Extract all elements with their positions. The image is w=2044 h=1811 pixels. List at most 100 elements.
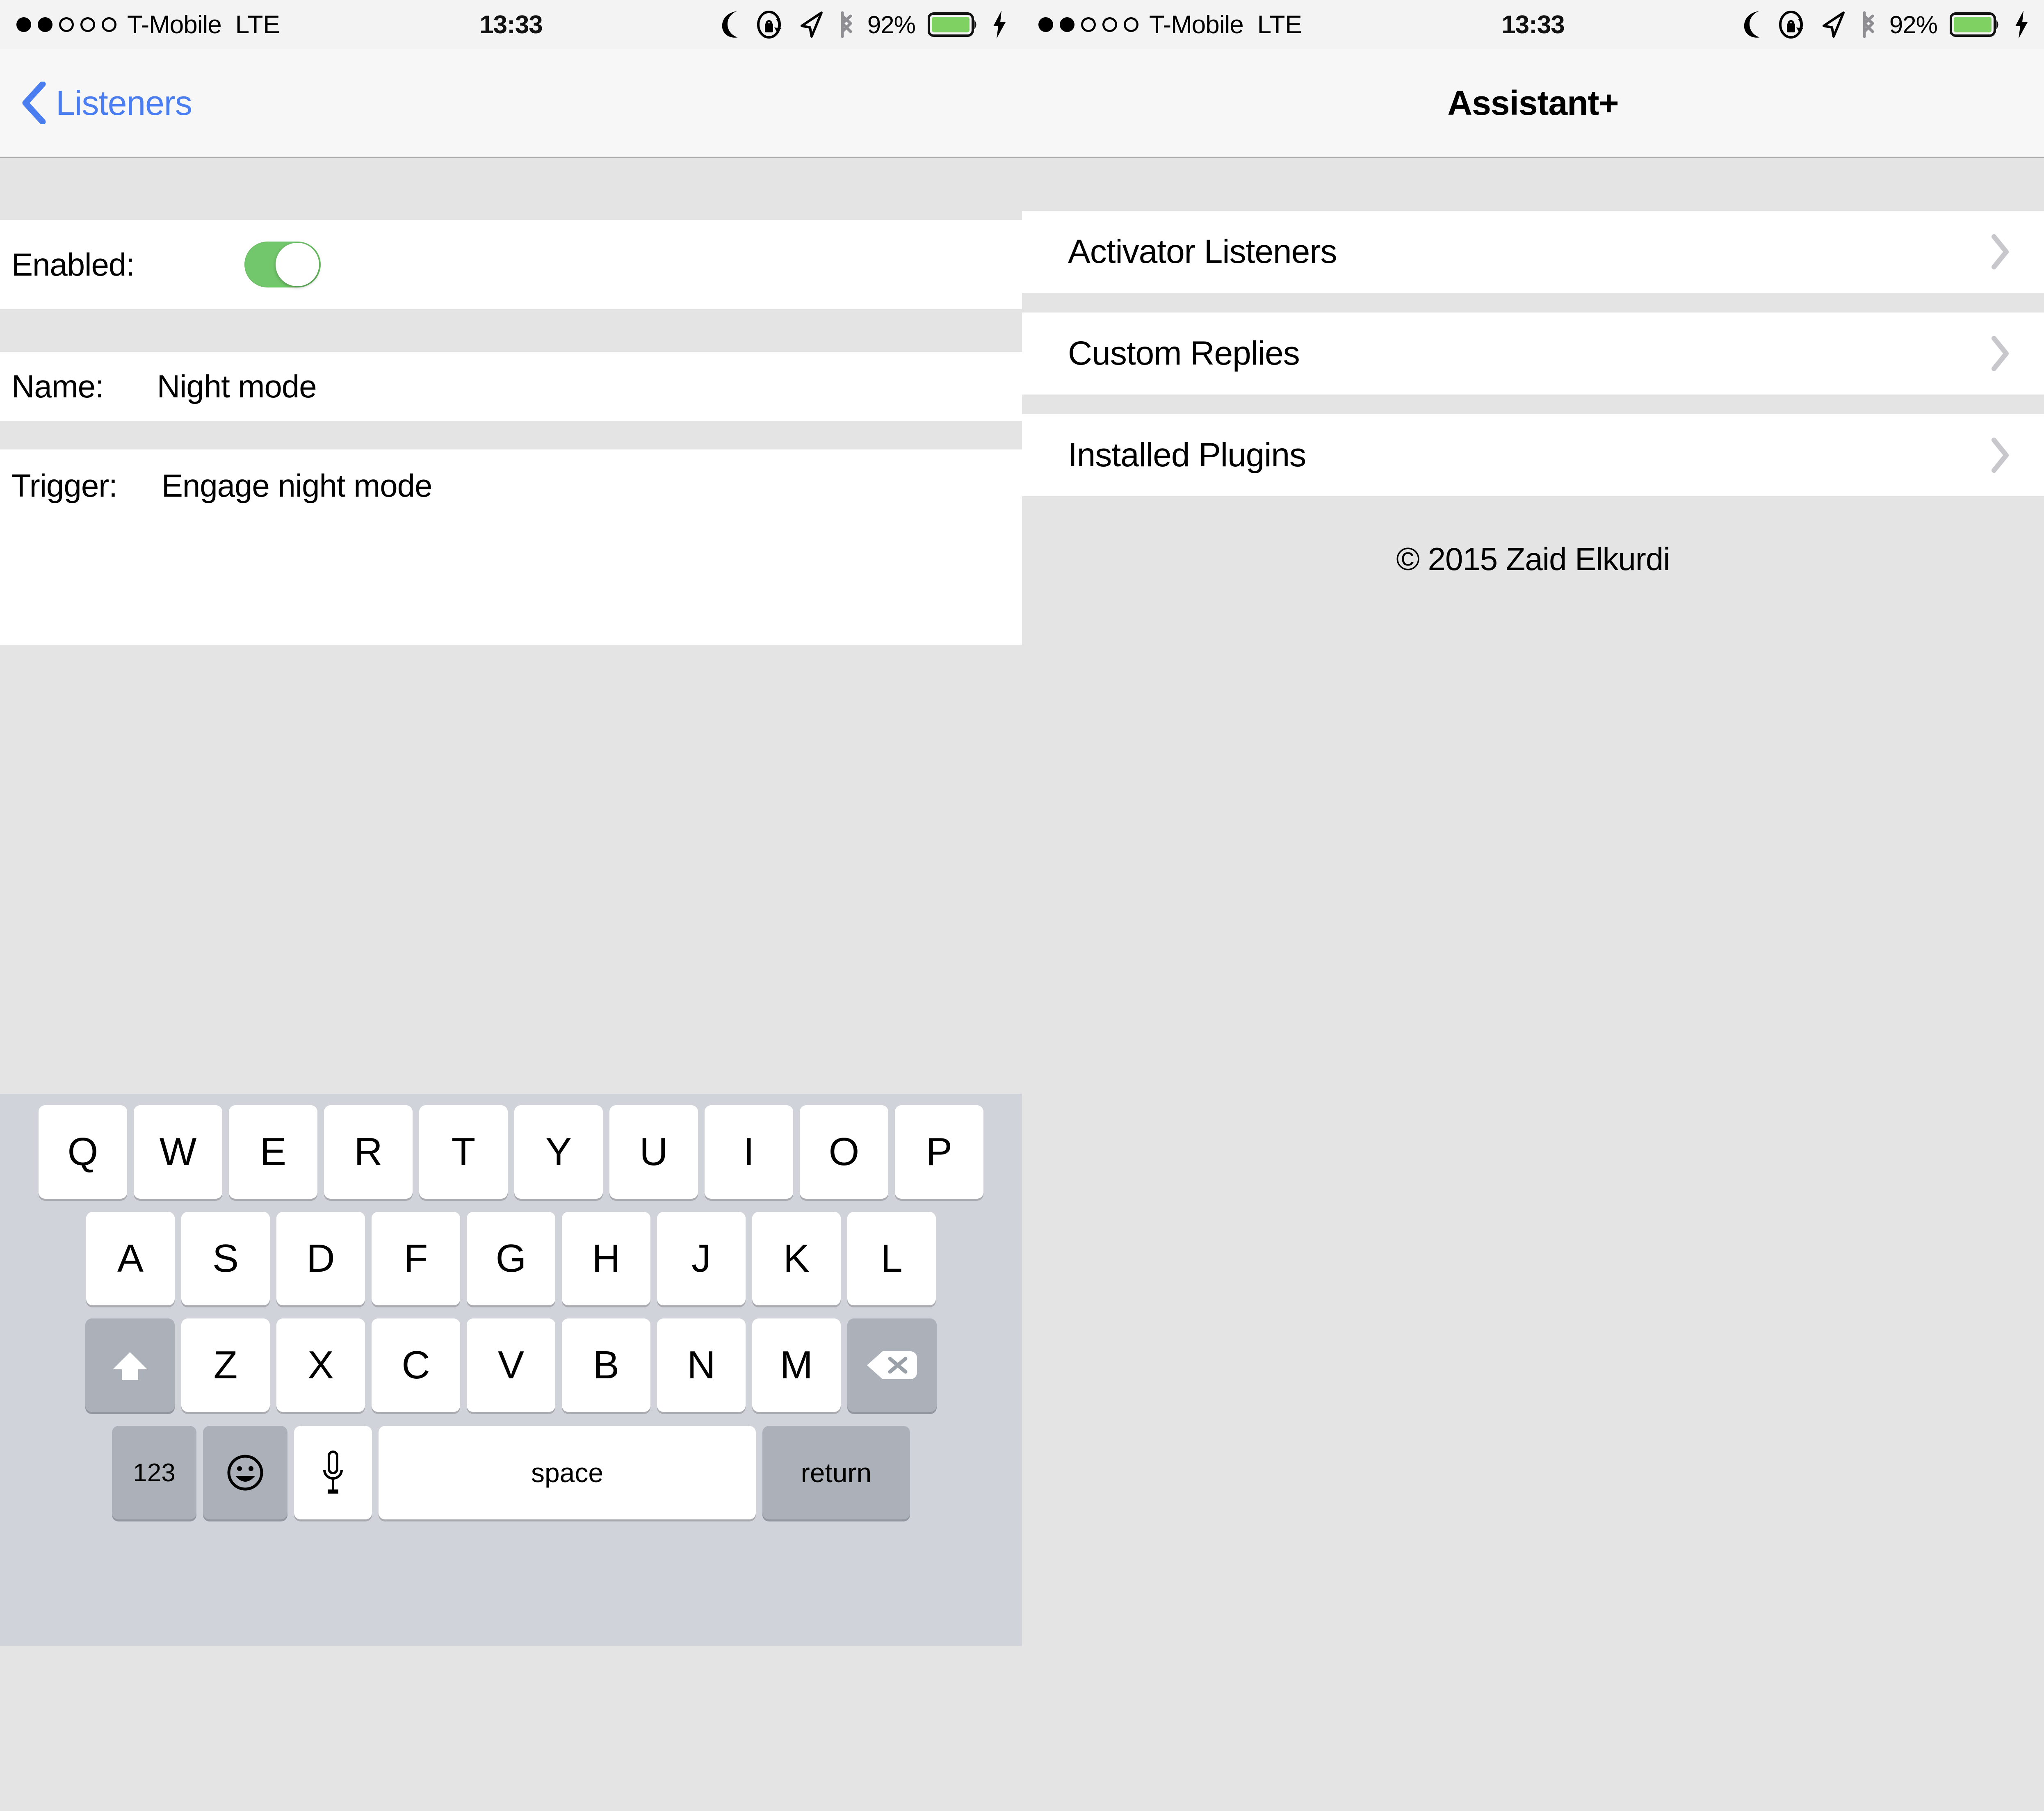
- clock-label: 13:33: [479, 10, 543, 39]
- list-top-gap: [1022, 158, 2044, 211]
- key-t[interactable]: T: [419, 1105, 508, 1199]
- list-item-activator-listeners[interactable]: Activator Listeners: [1022, 211, 2044, 293]
- key-v[interactable]: V: [467, 1318, 555, 1412]
- back-button-label: Listeners: [56, 83, 192, 122]
- shift-arrow-icon: [113, 1352, 147, 1380]
- microphone-icon: [323, 1451, 343, 1494]
- moon-icon: [1740, 10, 1766, 39]
- page-title: Assistant+: [1447, 83, 1619, 122]
- navigation-bar-left: Listeners: [0, 49, 1022, 158]
- keyboard-row-1: Q W E R T Y U I O P: [0, 1105, 1022, 1199]
- table-empty-area: [0, 645, 1022, 1094]
- table-white-tail: [0, 522, 1022, 645]
- copyright-label: © 2015 Zaid Elkurdi: [1396, 541, 1670, 577]
- smiley-face-icon: [227, 1455, 263, 1491]
- trigger-input[interactable]: Engage night mode: [162, 467, 433, 504]
- list-item-custom-replies[interactable]: Custom Replies: [1022, 312, 2044, 395]
- list-separator-1: [1022, 293, 2044, 312]
- key-l[interactable]: L: [847, 1212, 936, 1305]
- status-bar-right: T-Mobile LTE 13:33 92%: [1022, 0, 2044, 49]
- keyboard-row-3: Z X C V B N M: [0, 1318, 1022, 1412]
- backspace-icon: [867, 1351, 917, 1379]
- key-g[interactable]: G: [467, 1212, 555, 1305]
- keyboard-row-4: 123 space return: [0, 1426, 1022, 1519]
- navigation-bar-right: Assistant+: [1022, 49, 2044, 158]
- chevron-right-icon: [1991, 234, 2010, 269]
- trigger-label: Trigger:: [11, 467, 118, 504]
- battery-icon: [1950, 12, 2001, 37]
- enabled-toggle[interactable]: [244, 242, 321, 287]
- key-q[interactable]: Q: [39, 1105, 127, 1199]
- key-r[interactable]: R: [324, 1105, 413, 1199]
- space-key[interactable]: space: [379, 1426, 756, 1519]
- enabled-label: Enabled:: [11, 246, 135, 283]
- key-e[interactable]: E: [229, 1105, 317, 1199]
- numbers-key[interactable]: 123: [112, 1426, 196, 1519]
- list-separator-2: [1022, 395, 2044, 414]
- charging-bolt-icon: [2014, 10, 2029, 39]
- right-screen: T-Mobile LTE 13:33 92% Assistant+ Activa…: [1022, 0, 2044, 1811]
- key-w[interactable]: W: [134, 1105, 222, 1199]
- key-y[interactable]: Y: [514, 1105, 603, 1199]
- status-bar-left: T-Mobile LTE 13:33 92%: [0, 0, 1022, 49]
- return-key[interactable]: return: [762, 1426, 910, 1519]
- battery-percent-label: 92%: [1889, 11, 1938, 39]
- row-enabled[interactable]: Enabled:: [0, 220, 1022, 309]
- section-gap-top: [0, 158, 1022, 220]
- rotation-lock-icon: [1778, 10, 1807, 39]
- moon-icon: [718, 10, 744, 39]
- status-bar-icons-group-right: 92%: [1740, 0, 2029, 49]
- key-j[interactable]: J: [657, 1212, 746, 1305]
- battery-percent-label: 92%: [867, 11, 916, 39]
- dictation-key[interactable]: [294, 1426, 372, 1519]
- key-a[interactable]: A: [86, 1212, 175, 1305]
- name-input[interactable]: Night mode: [157, 368, 317, 405]
- charging-bolt-icon: [992, 10, 1007, 39]
- key-o[interactable]: O: [800, 1105, 888, 1199]
- emoji-key[interactable]: [203, 1426, 287, 1519]
- list-item-label: Custom Replies: [1068, 335, 1300, 372]
- back-button[interactable]: Listeners: [21, 81, 192, 125]
- key-m[interactable]: M: [752, 1318, 841, 1412]
- key-b[interactable]: B: [562, 1318, 650, 1412]
- list-item-installed-plugins[interactable]: Installed Plugins: [1022, 414, 2044, 496]
- list-item-label: Installed Plugins: [1068, 436, 1306, 474]
- section-gap-2: [0, 421, 1022, 449]
- key-c[interactable]: C: [372, 1318, 460, 1412]
- key-p[interactable]: P: [895, 1105, 983, 1199]
- chevron-right-icon: [1991, 336, 2010, 371]
- backspace-key[interactable]: [847, 1318, 937, 1412]
- keyboard-row-2: A S D F G H J K L: [0, 1212, 1022, 1305]
- list-item-label: Activator Listeners: [1068, 233, 1337, 270]
- key-s[interactable]: S: [181, 1212, 270, 1305]
- onscreen-keyboard: Q W E R T Y U I O P A S D F G H J K L Z …: [0, 1094, 1022, 1646]
- section-gap-1: [0, 309, 1022, 352]
- location-arrow-icon: [1820, 10, 1847, 39]
- key-x[interactable]: X: [276, 1318, 365, 1412]
- key-n[interactable]: N: [657, 1318, 746, 1412]
- bluetooth-icon: [1859, 9, 1877, 40]
- bluetooth-icon: [837, 9, 855, 40]
- key-d[interactable]: D: [276, 1212, 365, 1305]
- left-screen: T-Mobile LTE 13:33 92% Listeners Enabled…: [0, 0, 1022, 1811]
- shift-key[interactable]: [85, 1318, 175, 1412]
- name-label: Name:: [11, 368, 104, 404]
- key-u[interactable]: U: [609, 1105, 698, 1199]
- dual-screenshot-container: T-Mobile LTE 13:33 92% Listeners Enabled…: [0, 0, 2044, 1811]
- key-k[interactable]: K: [752, 1212, 841, 1305]
- status-bar-icons-group: 92%: [718, 0, 1007, 49]
- key-i[interactable]: I: [705, 1105, 793, 1199]
- rotation-lock-icon: [756, 10, 785, 39]
- row-name[interactable]: Name: Night mode: [0, 352, 1022, 421]
- clock-label: 13:33: [1501, 10, 1565, 39]
- toggle-knob: [275, 243, 319, 286]
- key-f[interactable]: F: [372, 1212, 460, 1305]
- list-footer: © 2015 Zaid Elkurdi: [1022, 496, 2044, 578]
- chevron-right-icon: [1991, 438, 2010, 473]
- location-arrow-icon: [798, 10, 825, 39]
- chevron-left-icon: [21, 81, 47, 125]
- battery-icon: [928, 12, 979, 37]
- key-h[interactable]: H: [562, 1212, 650, 1305]
- row-trigger[interactable]: Trigger: Engage night mode: [0, 449, 1022, 522]
- key-z[interactable]: Z: [181, 1318, 270, 1412]
